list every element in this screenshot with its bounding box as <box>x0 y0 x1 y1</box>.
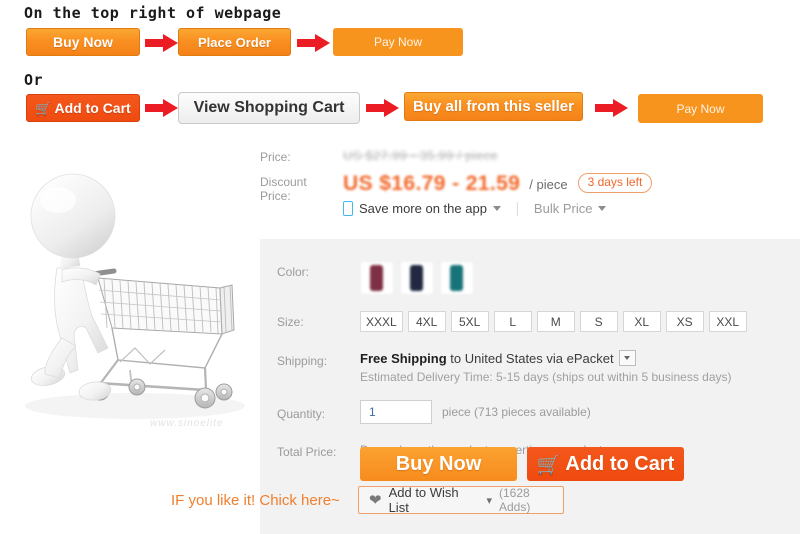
flow-button-label: Add to Cart <box>54 100 131 116</box>
size-option-list: XXXL 4XL 5XL L M S XL XS XXL <box>360 311 747 332</box>
cta-button-row: Buy Now 🛒 Add to Cart <box>360 447 684 481</box>
size-row: Size: XXXL 4XL 5XL L M S XL XS XXL <box>260 311 800 332</box>
product-illustration: www.sinoelite <box>0 138 258 443</box>
flow-button-add-to-cart[interactable]: 🛒 Add to Cart <box>26 94 140 122</box>
wishlist-annotation-text: IF you like it! Chick here~ <box>171 492 340 509</box>
shopping-cart-man-illustration <box>25 173 245 419</box>
promo-countdown-badge: 3 days left <box>577 173 653 193</box>
flow-arrow-3 <box>145 99 179 117</box>
color-swatch-list <box>360 261 474 295</box>
quantity-label: Quantity: <box>277 407 326 421</box>
color-swatch[interactable] <box>440 261 474 295</box>
original-price: US $27.99 - 35.99 / piece <box>343 148 498 163</box>
price-section: Price: US $27.99 - 35.99 / piece Discoun… <box>260 148 800 238</box>
add-to-cart-button[interactable]: 🛒 Add to Cart <box>527 447 684 481</box>
cart-icon: 🛒 <box>35 101 52 116</box>
color-swatch-thumb <box>450 265 463 291</box>
price-label: Price: <box>260 150 291 164</box>
size-option[interactable]: M <box>536 311 575 332</box>
flow-button-label: Place Order <box>198 34 271 50</box>
flow-button-buy-all-from-seller[interactable]: Buy all from this seller <box>404 92 583 121</box>
chevron-down-icon[interactable] <box>492 206 501 211</box>
app-promo-label[interactable]: Save more on the app <box>359 201 487 216</box>
instruction-heading-top: On the top right of webpage <box>24 4 282 22</box>
shipping-row: Shipping: Free Shipping to United States… <box>260 350 800 384</box>
wish-list-label: Add to Wish List <box>388 485 459 515</box>
flow-button-view-shopping-cart[interactable]: View Shopping Cart <box>178 92 360 124</box>
bulk-price-label[interactable]: Bulk Price <box>534 201 593 216</box>
discount-price-row: Discount Price: US $16.79 - 21.59 / piec… <box>260 173 800 216</box>
size-option[interactable]: L <box>493 311 532 332</box>
flow-button-buy-now-step1[interactable]: Buy Now <box>26 28 140 56</box>
quantity-row: Quantity: piece (713 pieces available) <box>260 400 800 424</box>
buy-now-label: Buy Now <box>395 452 482 475</box>
add-to-wish-list-button[interactable]: ❤ Add to Wish List ▾ (1628 Adds) <box>358 485 564 515</box>
color-swatch-thumb <box>370 265 383 291</box>
size-option[interactable]: XL <box>622 311 661 332</box>
shipping-select-dropdown[interactable] <box>618 350 636 366</box>
size-option[interactable]: 5XL <box>450 311 489 332</box>
flow-arrow-4 <box>366 99 400 117</box>
total-price-label: Total Price: <box>277 445 337 459</box>
color-swatch-thumb <box>410 265 423 291</box>
color-label: Color: <box>277 265 310 279</box>
instruction-heading-or: Or <box>24 71 44 89</box>
buy-now-button[interactable]: Buy Now <box>360 447 517 481</box>
shipping-destination: to United States via ePacket <box>446 351 614 366</box>
flow-button-pay-now-step2[interactable]: Pay Now <box>638 94 763 123</box>
size-label: Size: <box>277 315 304 329</box>
color-row: Color: <box>260 261 800 295</box>
mobile-phone-icon <box>343 201 353 216</box>
color-swatch[interactable] <box>400 261 434 295</box>
discount-price-label: Discount Price: <box>260 175 307 203</box>
flow-button-label: Buy Now <box>53 34 113 50</box>
heart-icon: ❤ <box>369 491 382 509</box>
flow-button-place-order[interactable]: Place Order <box>178 28 291 56</box>
shipping-label: Shipping: <box>277 354 328 368</box>
divider <box>516 201 518 216</box>
flow-arrow-1 <box>145 34 179 52</box>
quantity-input[interactable] <box>360 400 432 424</box>
flow-button-label: Buy all from this seller <box>413 98 574 115</box>
stock-availability-note: piece (713 pieces available) <box>442 405 591 419</box>
size-option[interactable]: XXL <box>708 311 747 332</box>
size-option[interactable]: S <box>579 311 618 332</box>
discount-price-value: US $16.79 - 21.59 <box>343 172 521 195</box>
delivery-estimate: Estimated Delivery Time: 5-15 days (ship… <box>360 370 732 384</box>
flow-arrow-2 <box>297 34 331 52</box>
wish-list-count: (1628 Adds) <box>499 486 531 514</box>
price-row: Price: US $27.99 - 35.99 / piece <box>260 148 800 165</box>
shipping-method: Free Shipping to United States via ePack… <box>360 350 732 366</box>
price-unit: / piece <box>529 177 568 192</box>
flow-button-label: View Shopping Cart <box>193 99 345 116</box>
image-watermark: www.sinoelite <box>150 418 224 429</box>
size-option[interactable]: 4XL <box>407 311 446 332</box>
color-swatch[interactable] <box>360 261 394 295</box>
cart-icon: 🛒 <box>536 455 561 476</box>
flow-button-label: Pay Now <box>373 35 423 49</box>
chevron-down-icon[interactable] <box>598 206 607 211</box>
app-promo-row: Save more on the app Bulk Price <box>343 201 652 216</box>
size-option[interactable]: XS <box>665 311 704 332</box>
size-option[interactable]: XXXL <box>360 311 403 332</box>
chevron-down-icon[interactable]: ▾ <box>486 494 492 507</box>
flow-arrow-5 <box>595 99 629 117</box>
flow-button-label: Pay Now <box>676 101 725 116</box>
flow-button-pay-now-step1[interactable]: Pay Now <box>333 28 463 56</box>
free-shipping-label: Free Shipping <box>360 351 447 366</box>
add-to-cart-label: Add to Cart <box>565 452 675 475</box>
